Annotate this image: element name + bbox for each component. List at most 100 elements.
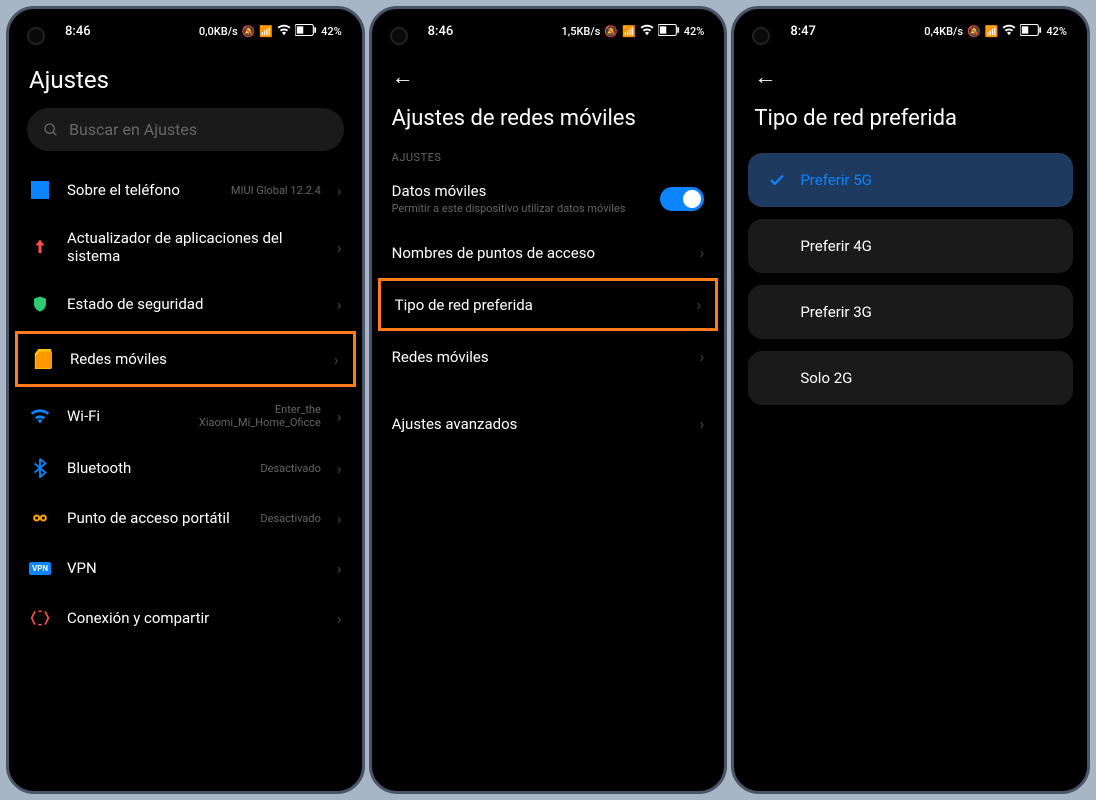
chevron-right-icon: › bbox=[337, 181, 342, 200]
back-button[interactable]: ← bbox=[754, 64, 776, 90]
chevron-right-icon: › bbox=[700, 243, 705, 262]
chevron-right-icon: › bbox=[334, 350, 339, 369]
status-right: 0,0KB/s 🔕 📶 42% bbox=[199, 23, 342, 40]
option-only-2g[interactable]: Solo 2G bbox=[748, 351, 1073, 405]
sim-icon bbox=[32, 348, 54, 370]
status-bar: 8:46 0,0KB/s 🔕 📶 42% bbox=[9, 9, 362, 46]
item-label: Bluetooth bbox=[67, 459, 244, 477]
status-time: 8:46 bbox=[428, 24, 454, 39]
option-label: Preferir 3G bbox=[800, 303, 872, 321]
settings-item-about-phone[interactable]: Sobre el teléfono MIUI Global 12.2.4 › bbox=[9, 165, 362, 215]
phone-screen-settings: 8:46 0,0KB/s 🔕 📶 42% Ajustes Buscar en A… bbox=[6, 6, 365, 794]
item-label: Nombres de puntos de acceso bbox=[392, 244, 684, 262]
item-label: Estado de seguridad bbox=[67, 295, 321, 313]
vpn-icon: VPN bbox=[29, 557, 51, 579]
item-value: Enter_the Xiaomi_Mi_Home_Oficce bbox=[199, 403, 321, 429]
item-desc: Permitir a este dispositivo utilizar dat… bbox=[392, 202, 645, 215]
item-label: Actualizador de aplicaciones del sistema bbox=[67, 229, 321, 265]
battery-icon bbox=[295, 24, 317, 39]
back-button[interactable]: ← bbox=[392, 64, 414, 90]
settings-item-bluetooth[interactable]: Bluetooth Desactivado › bbox=[9, 443, 362, 493]
camera-notch bbox=[27, 27, 45, 45]
check-icon bbox=[768, 171, 786, 189]
phone-screen-mobile-network-settings: 8:46 1,5KB/s 🔕 📶 42% ← Ajustes de redes … bbox=[369, 6, 728, 794]
settings-item-mobile-networks[interactable]: Redes móviles › bbox=[15, 331, 356, 387]
mobile-data-toggle[interactable] bbox=[660, 187, 704, 211]
wifi-icon bbox=[640, 23, 654, 40]
page-title: Ajustes bbox=[9, 46, 362, 108]
chevron-right-icon: › bbox=[337, 295, 342, 314]
signal-icon: 📶 bbox=[259, 25, 273, 38]
option-label: Preferir 4G bbox=[800, 237, 872, 255]
chevron-right-icon: › bbox=[337, 609, 342, 628]
settings-item-wifi[interactable]: Wi-Fi Enter_the Xiaomi_Mi_Home_Oficce › bbox=[9, 389, 362, 443]
section-label: AJUSTES bbox=[372, 141, 725, 168]
item-label: Sobre el teléfono bbox=[67, 181, 215, 199]
item-label: Datos móviles bbox=[392, 182, 645, 200]
signal-icon: 📶 bbox=[622, 25, 636, 38]
item-label: VPN bbox=[67, 559, 321, 577]
header: ← bbox=[734, 46, 1087, 102]
hotspot-icon bbox=[29, 507, 51, 529]
status-time: 8:47 bbox=[790, 24, 816, 39]
item-label: Tipo de red preferida bbox=[395, 296, 681, 314]
option-label: Solo 2G bbox=[800, 369, 852, 387]
wifi-icon bbox=[29, 405, 51, 427]
settings-item-hotspot[interactable]: Punto de acceso portátil Desactivado › bbox=[9, 493, 362, 543]
setting-apn[interactable]: Nombres de puntos de acceso › bbox=[372, 229, 725, 276]
option-prefer-4g[interactable]: Preferir 4G bbox=[748, 219, 1073, 273]
page-title: Ajustes de redes móviles bbox=[372, 102, 725, 141]
chevron-right-icon: › bbox=[337, 559, 342, 578]
setting-preferred-network-type[interactable]: Tipo de red preferida › bbox=[378, 278, 719, 331]
item-label: Punto de acceso portátil bbox=[67, 509, 244, 527]
search-placeholder: Buscar en Ajustes bbox=[69, 120, 197, 139]
item-value: Desactivado bbox=[260, 462, 320, 475]
wifi-icon bbox=[277, 23, 291, 40]
status-bar: 8:46 1,5KB/s 🔕 📶 42% bbox=[372, 9, 725, 46]
item-label: Redes móviles bbox=[392, 348, 684, 366]
chevron-right-icon: › bbox=[700, 347, 705, 366]
chevron-right-icon: › bbox=[337, 509, 342, 528]
option-label: Preferir 5G bbox=[800, 171, 872, 189]
option-prefer-3g[interactable]: Preferir 3G bbox=[748, 285, 1073, 339]
setting-mobile-networks[interactable]: Redes móviles › bbox=[372, 333, 725, 380]
status-data-rate: 1,5KB/s bbox=[562, 25, 601, 38]
status-right: 1,5KB/s 🔕 📶 42% bbox=[562, 23, 705, 40]
chevron-right-icon: › bbox=[337, 407, 342, 426]
shield-icon bbox=[29, 293, 51, 315]
status-data-rate: 0,0KB/s bbox=[199, 25, 238, 38]
battery-icon bbox=[1020, 24, 1042, 39]
settings-item-vpn[interactable]: VPN VPN › bbox=[9, 543, 362, 593]
share-icon bbox=[29, 607, 51, 629]
signal-icon: 📶 bbox=[985, 25, 999, 38]
settings-item-system-updater[interactable]: Actualizador de aplicaciones del sistema… bbox=[9, 215, 362, 279]
mute-icon: 🔕 bbox=[967, 25, 981, 38]
settings-item-security-status[interactable]: Estado de seguridad › bbox=[9, 279, 362, 329]
updater-icon bbox=[29, 236, 51, 258]
setting-advanced[interactable]: Ajustes avanzados › bbox=[372, 400, 725, 447]
item-value: Desactivado bbox=[260, 512, 320, 525]
phone-screen-preferred-network-type: 8:47 0,4KB/s 🔕 📶 42% ← Tipo de red prefe… bbox=[731, 6, 1090, 794]
status-time: 8:46 bbox=[65, 24, 91, 39]
item-label: Ajustes avanzados bbox=[392, 415, 684, 433]
search-input[interactable]: Buscar en Ajustes bbox=[27, 108, 344, 151]
settings-item-connection-share[interactable]: Conexión y compartir › bbox=[9, 593, 362, 643]
item-value: MIUI Global 12.2.4 bbox=[231, 184, 321, 197]
item-label: Wi-Fi bbox=[67, 407, 183, 425]
status-battery: 42% bbox=[684, 25, 705, 38]
option-prefer-5g[interactable]: Preferir 5G bbox=[748, 153, 1073, 207]
chevron-right-icon: › bbox=[337, 238, 342, 257]
item-label: Redes móviles bbox=[70, 350, 318, 368]
mute-icon: 🔕 bbox=[604, 25, 618, 38]
chevron-right-icon: › bbox=[337, 459, 342, 478]
search-icon bbox=[43, 122, 59, 138]
chevron-right-icon: › bbox=[700, 414, 705, 433]
status-right: 0,4KB/s 🔕 📶 42% bbox=[924, 23, 1067, 40]
setting-mobile-data[interactable]: Datos móviles Permitir a este dispositiv… bbox=[372, 168, 725, 229]
bluetooth-icon bbox=[29, 457, 51, 479]
status-bar: 8:47 0,4KB/s 🔕 📶 42% bbox=[734, 9, 1087, 46]
status-data-rate: 0,4KB/s bbox=[924, 25, 963, 38]
camera-notch bbox=[390, 27, 408, 45]
header: ← bbox=[372, 46, 725, 102]
chevron-right-icon: › bbox=[697, 295, 702, 314]
